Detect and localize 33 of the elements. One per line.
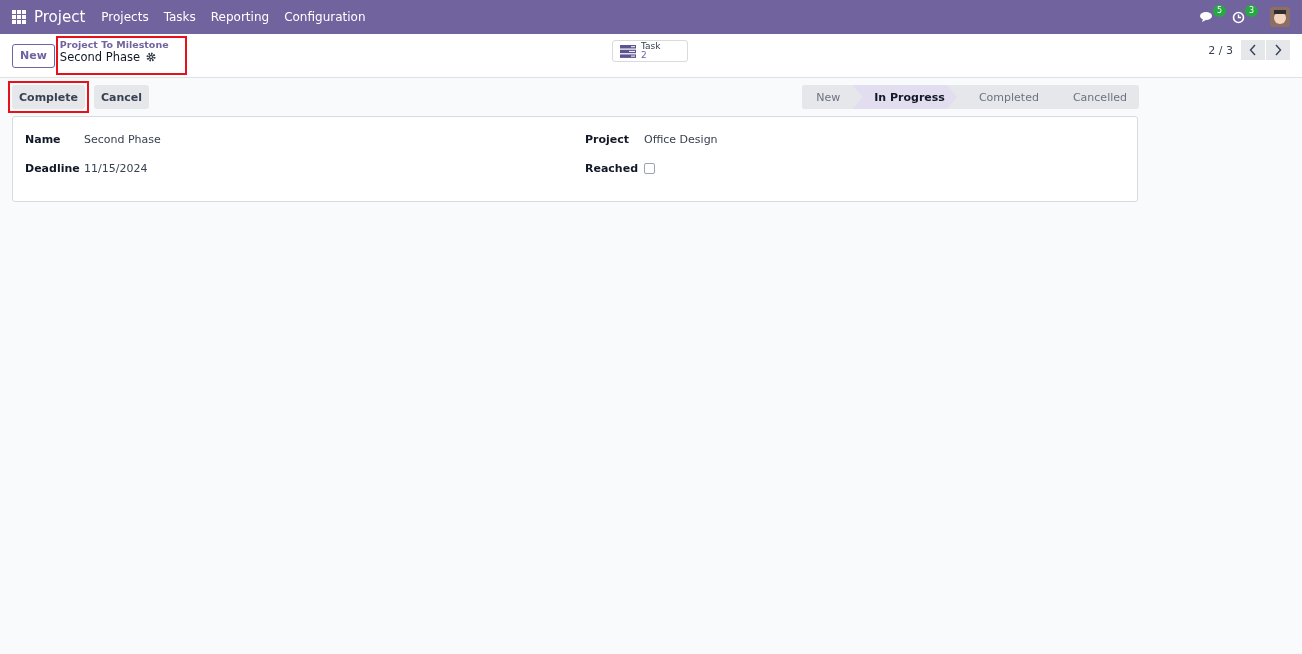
reached-checkbox[interactable]	[644, 163, 655, 174]
gear-icon[interactable]	[146, 52, 157, 62]
list-icon	[620, 44, 636, 58]
field-value[interactable]: Second Phase	[84, 133, 161, 146]
field-value[interactable]: Office Design	[644, 133, 718, 146]
apps-menu-icon[interactable]	[12, 10, 26, 24]
chat-icon[interactable]	[1200, 11, 1214, 23]
field-label: Project	[585, 133, 631, 146]
breadcrumb-link[interactable]: Project To Milestone	[59, 39, 169, 50]
chevron-left-icon	[1249, 44, 1257, 56]
message-count-badge: 5	[1212, 5, 1226, 17]
app-name[interactable]: Project	[34, 8, 86, 26]
action-button[interactable]: Cancel	[93, 85, 149, 109]
chevron-right-icon	[1274, 44, 1282, 56]
activity-count-badge: 3	[1244, 5, 1258, 17]
previous-button[interactable]	[1241, 40, 1265, 60]
field-label: Name	[25, 133, 62, 146]
menu-item[interactable]: Projects	[101, 10, 149, 24]
action-button[interactable]: Complete	[12, 85, 85, 109]
pager-value: 2 / 3	[1208, 43, 1233, 57]
user-avatar[interactable]	[1270, 7, 1290, 27]
menu-item[interactable]: Tasks	[163, 10, 196, 24]
next-button[interactable]	[1266, 40, 1290, 60]
field-value[interactable]: 11/15/2024	[84, 162, 148, 175]
clock-icon[interactable]	[1232, 10, 1245, 24]
new-button[interactable]: New	[12, 43, 55, 68]
record-title: Second Phase	[59, 50, 141, 64]
menu-item[interactable]: Configuration	[284, 10, 366, 24]
task-smart-button[interactable]: Task 2	[612, 40, 688, 62]
field-label: Reached	[585, 162, 640, 175]
menu-item[interactable]: Reporting	[210, 10, 270, 24]
status-stage[interactable]: In Progress	[852, 85, 957, 109]
field-label: Deadline	[25, 162, 81, 175]
